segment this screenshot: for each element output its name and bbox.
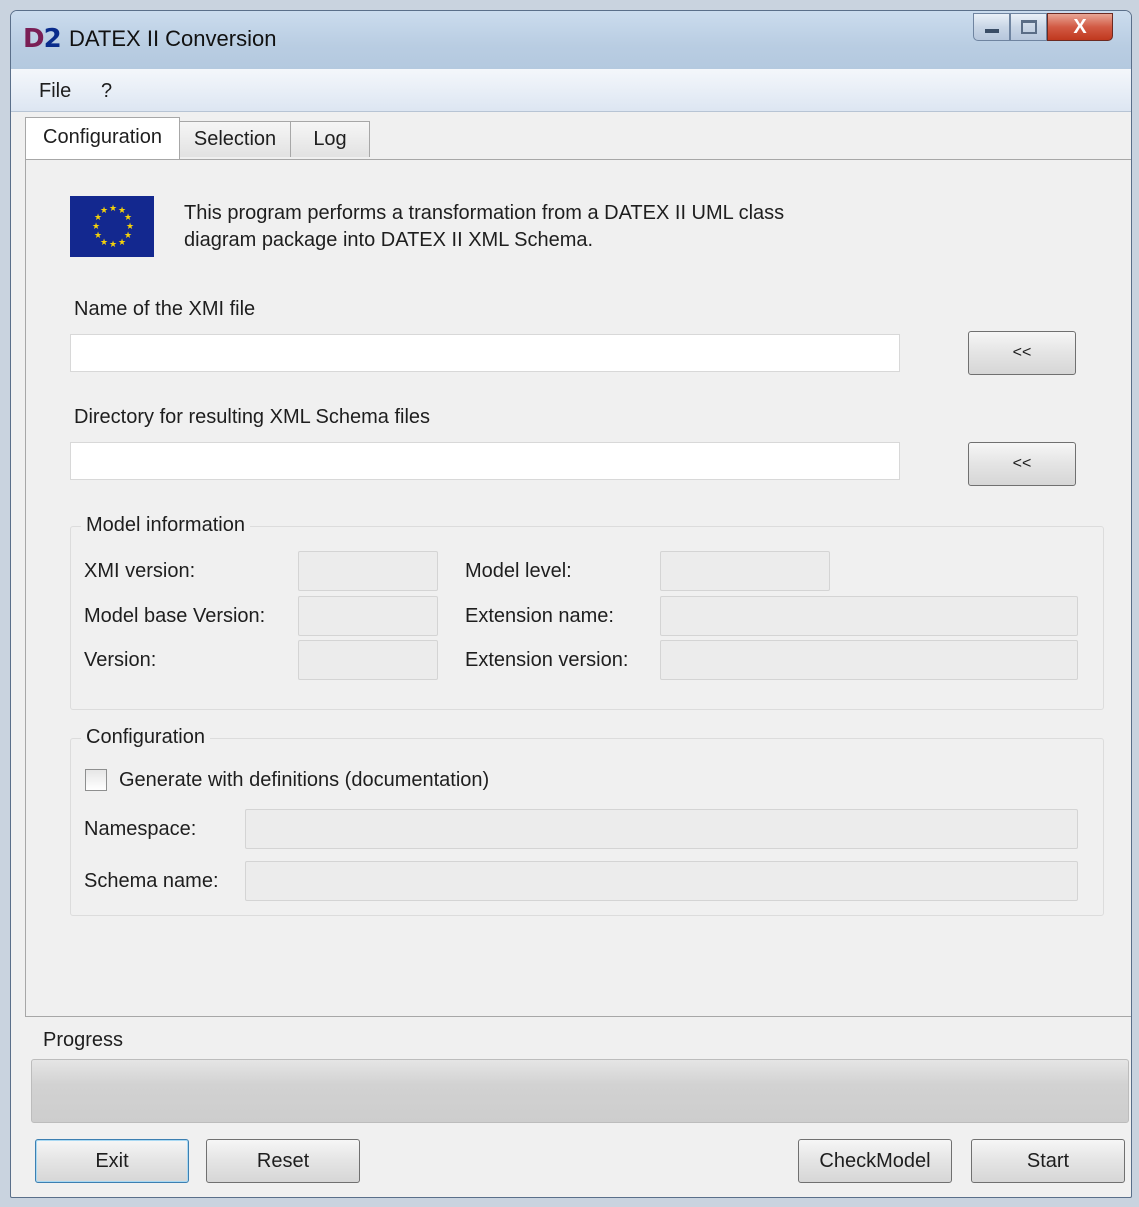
tab-log[interactable]: Log [290, 121, 370, 157]
output-directory-label: Directory for resulting XML Schema files [74, 406, 431, 428]
window-title: DATEX II Conversion [69, 26, 277, 51]
xmi-version-label: XMI version: [84, 560, 196, 582]
close-button[interactable]: X [1047, 13, 1113, 41]
version-label: Version: [84, 649, 157, 671]
configuration-legend: Configuration [81, 724, 210, 750]
minimize-icon [984, 29, 999, 33]
browse-output-directory-button[interactable]: << [968, 442, 1076, 486]
model-level-field [660, 551, 830, 591]
menu-help[interactable]: ? [101, 79, 112, 103]
configuration-tab-panel: ★ ★ ★ ★ ★ ★ ★ ★ ★ ★ ★ ★ This program per… [25, 159, 1131, 1017]
extension-name-label: Extension name: [465, 605, 614, 627]
browse-xmi-file-button[interactable]: << [968, 331, 1076, 375]
version-field [298, 640, 438, 680]
model-information-legend: Model information [81, 512, 250, 538]
check-model-button[interactable]: CheckModel [798, 1139, 952, 1183]
tab-selection[interactable]: Selection [179, 121, 291, 157]
configuration-group: Configuration Generate with definitions … [70, 724, 1104, 916]
xmi-file-label: Name of the XMI file [74, 298, 256, 320]
intro-text: This program performs a transformation f… [184, 202, 785, 251]
output-directory-input[interactable] [70, 442, 900, 480]
maximize-button[interactable] [1010, 13, 1047, 41]
tab-configuration[interactable]: Configuration [25, 117, 180, 159]
eu-flag-icon: ★ ★ ★ ★ ★ ★ ★ ★ ★ ★ ★ ★ [70, 196, 154, 257]
model-information-group: Model information XMI version: Model bas… [70, 512, 1104, 710]
schema-name-field [245, 861, 1078, 901]
schema-name-label: Schema name: [84, 870, 219, 892]
generate-definitions-label[interactable]: Generate with definitions (documentation… [119, 767, 489, 793]
extension-name-field [660, 596, 1078, 636]
model-base-version-label: Model base Version: [84, 605, 266, 627]
title-bar[interactable]: D2 DATEX II Conversion X [11, 11, 1131, 70]
window-controls: X [973, 13, 1113, 43]
start-button[interactable]: Start [971, 1139, 1125, 1183]
extension-version-field [660, 640, 1078, 680]
app-logo: D2 [23, 24, 62, 54]
menu-file[interactable]: File [39, 79, 71, 103]
reset-button[interactable]: Reset [206, 1139, 360, 1183]
model-level-label: Model level: [465, 560, 572, 582]
model-base-version-field [298, 596, 438, 636]
maximize-icon [1020, 20, 1037, 34]
extension-version-label: Extension version: [465, 649, 629, 671]
xmi-file-input[interactable] [70, 334, 900, 372]
close-icon: X [1073, 15, 1087, 38]
namespace-field [245, 809, 1078, 849]
namespace-label: Namespace: [84, 818, 197, 840]
application-window: D2 DATEX II Conversion X File ? Configur… [10, 10, 1132, 1198]
xmi-version-field [298, 551, 438, 591]
minimize-button[interactable] [973, 13, 1010, 41]
progress-bar [31, 1059, 1129, 1123]
generate-definitions-checkbox[interactable] [85, 769, 107, 791]
menu-bar: File ? [11, 69, 1131, 112]
exit-button[interactable]: Exit [35, 1139, 189, 1183]
progress-label: Progress [43, 1029, 124, 1051]
